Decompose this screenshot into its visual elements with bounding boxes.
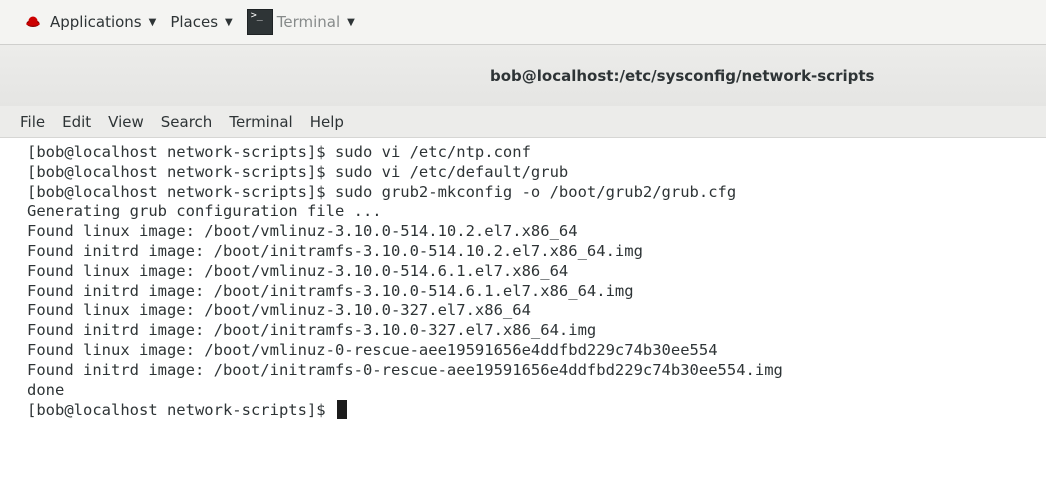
terminal-prompt-line[interactable]: [bob@localhost network-scripts]$ [27, 400, 1046, 420]
terminal-cursor [336, 400, 347, 420]
terminal-line: [bob@localhost network-scripts]$ sudo gr… [27, 182, 737, 201]
terminal-line: Found initrd image: /boot/initramfs-3.10… [27, 241, 643, 260]
terminal-line: Found initrd image: /boot/initramfs-0-re… [27, 360, 783, 379]
terminal-line: Found initrd image: /boot/initramfs-3.10… [27, 321, 597, 340]
menu-view[interactable]: View [108, 113, 144, 131]
menu-help[interactable]: Help [310, 113, 344, 131]
terminal-line: [bob@localhost network-scripts]$ sudo vi… [27, 162, 569, 181]
terminal-app-dropdown-icon: ▼ [347, 16, 355, 28]
terminal-prompt: [bob@localhost network-scripts]$ [27, 401, 335, 420]
redhat-logo-icon [26, 16, 40, 27]
terminal-app-menu-label: Terminal [276, 13, 341, 31]
places-menu[interactable]: Places ▼ [170, 13, 232, 31]
terminal-icon-glyph: >_ [250, 10, 263, 21]
places-menu-label: Places [170, 13, 219, 31]
terminal-line: Found initrd image: /boot/initramfs-3.10… [27, 281, 634, 300]
terminal-line: Found linux image: /boot/vmlinuz-3.10.0-… [27, 261, 569, 280]
applications-menu[interactable]: Applications ▼ [26, 13, 156, 31]
terminal-line: Generating grub configuration file ... [27, 202, 382, 221]
terminal-area[interactable]: [bob@localhost network-scripts]$ sudo vi… [0, 138, 1046, 487]
terminal-line: done [27, 380, 65, 399]
menu-file[interactable]: File [20, 113, 45, 131]
terminal-app-menu[interactable]: >_ Terminal ▼ [246, 9, 355, 35]
menu-edit[interactable]: Edit [62, 113, 91, 131]
terminal-line: Found linux image: /boot/vmlinuz-3.10.0-… [27, 222, 578, 241]
top-panel: Applications ▼ Places ▼ >_ Terminal ▼ [0, 0, 1046, 44]
menu-terminal[interactable]: Terminal [229, 113, 292, 131]
terminal-line: [bob@localhost network-scripts]$ sudo vi… [27, 143, 531, 161]
terminal-icon: >_ [246, 9, 273, 35]
menubar: File Edit View Search Terminal Help [0, 106, 1046, 138]
menu-search[interactable]: Search [161, 113, 213, 131]
terminal-line: Found linux image: /boot/vmlinuz-3.10.0-… [27, 301, 531, 320]
applications-menu-label: Applications [50, 13, 142, 31]
places-dropdown-icon: ▼ [225, 16, 233, 28]
window-titlebar[interactable]: bob@localhost:/etc/sysconfig/network-scr… [0, 44, 1046, 106]
applications-dropdown-icon: ▼ [148, 16, 157, 28]
terminal-line: Found linux image: /boot/vmlinuz-0-rescu… [27, 340, 718, 359]
window-title: bob@localhost:/etc/sysconfig/network-scr… [490, 67, 875, 85]
